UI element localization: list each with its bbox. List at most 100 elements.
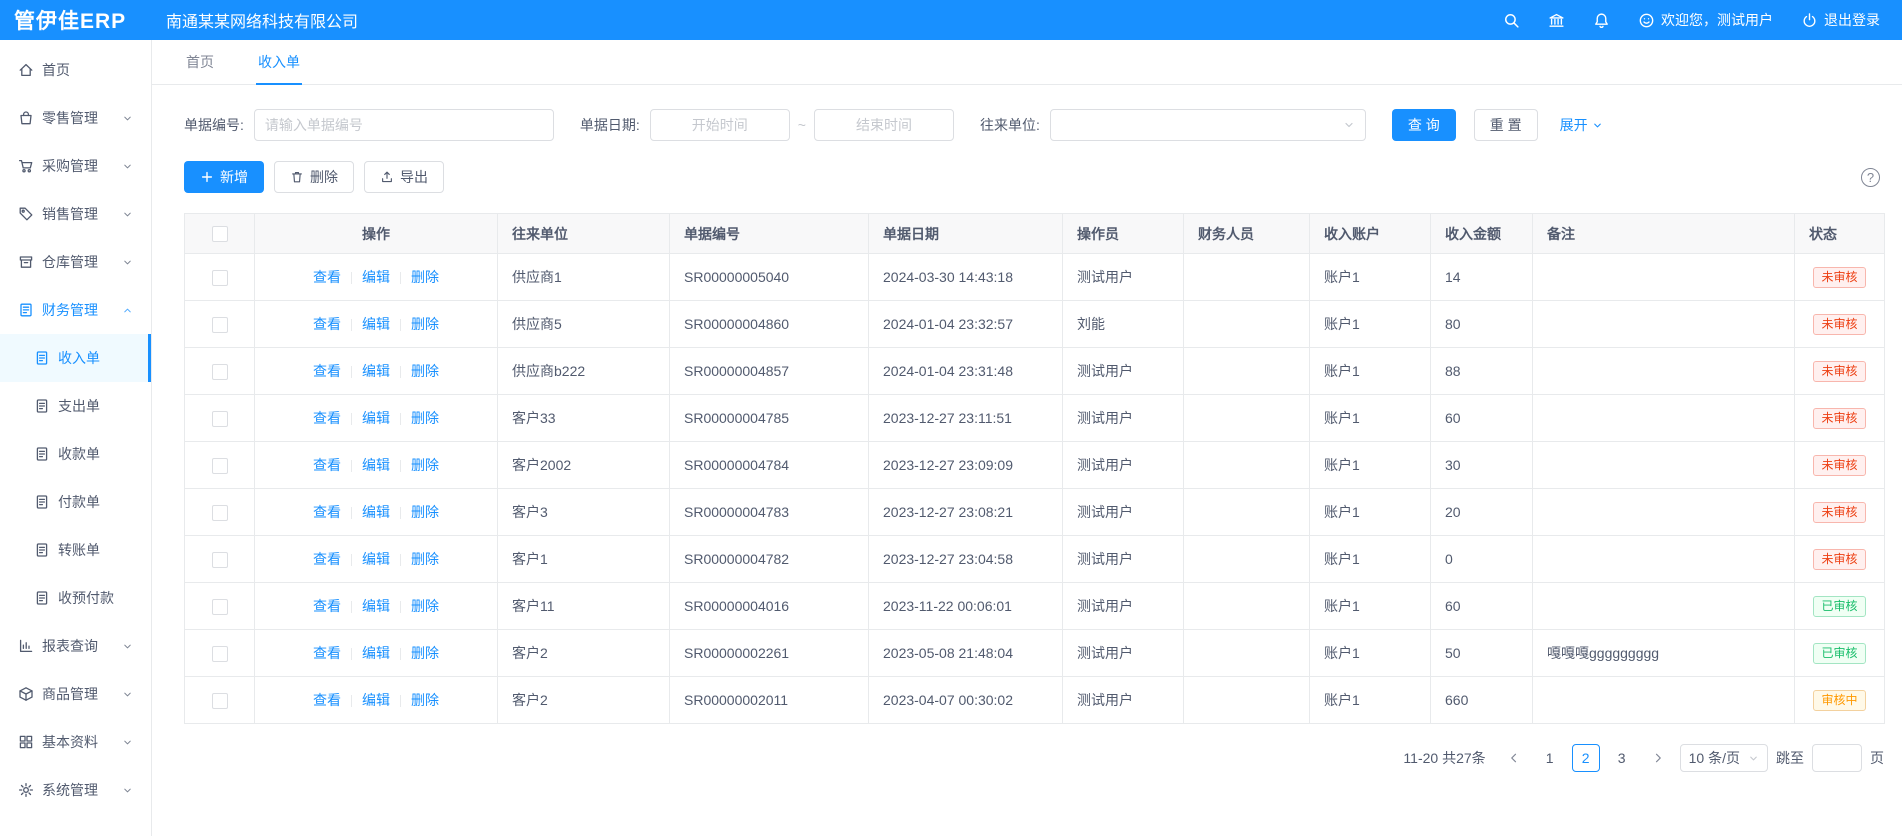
row-checkbox[interactable]: [212, 364, 228, 380]
pagination-page-3[interactable]: 3: [1608, 744, 1636, 772]
sidebar-subitem-receipt[interactable]: 收款单: [0, 430, 151, 478]
sidebar-item-report[interactable]: 报表查询: [0, 622, 151, 670]
row-checkbox[interactable]: [212, 552, 228, 568]
row-action-delete[interactable]: 删除: [411, 598, 439, 614]
sales-icon: [18, 206, 34, 222]
row-action-view[interactable]: 查看: [313, 504, 341, 520]
row-action-delete[interactable]: 删除: [411, 692, 439, 708]
row-action-delete[interactable]: 删除: [411, 316, 439, 332]
search-icon[interactable]: [1503, 12, 1520, 29]
row-action-delete[interactable]: 删除: [411, 410, 439, 426]
row-checkbox[interactable]: [212, 693, 228, 709]
add-button[interactable]: 新增: [184, 161, 264, 193]
action-divider: [351, 695, 352, 707]
select-all-checkbox[interactable]: [212, 226, 228, 242]
row-action-delete[interactable]: 删除: [411, 551, 439, 567]
row-action-view[interactable]: 查看: [313, 269, 341, 285]
row-action-view[interactable]: 查看: [313, 551, 341, 567]
logout-button[interactable]: 退出登录: [1801, 10, 1880, 30]
cell-date: 2023-12-27 23:04:58: [869, 536, 1063, 583]
row-action-view[interactable]: 查看: [313, 598, 341, 614]
row-action-edit[interactable]: 编辑: [362, 692, 390, 708]
row-action-edit[interactable]: 编辑: [362, 410, 390, 426]
row-action-view[interactable]: 查看: [313, 457, 341, 473]
column-header-1: 往来单位: [498, 214, 670, 254]
sidebar-subitem-payment[interactable]: 付款单: [0, 478, 151, 526]
pagination-prev[interactable]: [1500, 744, 1528, 772]
row-checkbox[interactable]: [212, 505, 228, 521]
row-action-delete[interactable]: 删除: [411, 504, 439, 520]
sidebar-item-label: 销售管理: [42, 204, 122, 224]
bank-icon[interactable]: [1548, 12, 1565, 29]
sidebar-item-basic[interactable]: 基本资料: [0, 718, 151, 766]
sidebar-item-goods[interactable]: 商品管理: [0, 670, 151, 718]
help-icon[interactable]: ?: [1861, 168, 1880, 187]
row-checkbox[interactable]: [212, 317, 228, 333]
sidebar-item-label: 零售管理: [42, 108, 122, 128]
row-action-view[interactable]: 查看: [313, 363, 341, 379]
bell-icon[interactable]: [1593, 12, 1610, 29]
row-action-view[interactable]: 查看: [313, 692, 341, 708]
column-header-6: 收入账户: [1310, 214, 1431, 254]
row-action-edit[interactable]: 编辑: [362, 551, 390, 567]
expand-link[interactable]: 展开: [1560, 115, 1603, 135]
chevron-down-icon: [122, 785, 133, 796]
row-action-edit[interactable]: 编辑: [362, 363, 390, 379]
toolbar: 新增 删除 导出 ?: [184, 161, 1884, 193]
row-action-edit[interactable]: 编辑: [362, 269, 390, 285]
sidebar-item-label: 仓库管理: [42, 252, 122, 272]
sidebar-subitem-label: 收款单: [58, 444, 151, 464]
tab-home[interactable]: 首页: [184, 40, 216, 84]
pagination-page-2[interactable]: 2: [1572, 744, 1600, 772]
unit-select[interactable]: [1050, 109, 1366, 141]
row-checkbox[interactable]: [212, 458, 228, 474]
row-checkbox[interactable]: [212, 599, 228, 615]
row-checkbox[interactable]: [212, 270, 228, 286]
row-action-edit[interactable]: 编辑: [362, 316, 390, 332]
tab-income[interactable]: 收入单: [256, 40, 302, 84]
page-size-select[interactable]: 10 条/页: [1680, 744, 1768, 772]
number-input[interactable]: [254, 109, 554, 141]
delete-button[interactable]: 删除: [274, 161, 354, 193]
chevron-down-icon: [122, 209, 133, 220]
cell-finance-person: [1184, 630, 1310, 677]
sidebar-item-purchase[interactable]: 采购管理: [0, 142, 151, 190]
sidebar-subitem-income[interactable]: 收入单: [0, 334, 151, 382]
export-button[interactable]: 导出: [364, 161, 444, 193]
cell-number: SR00000004782: [670, 536, 869, 583]
sidebar-subitem-transfer[interactable]: 转账单: [0, 526, 151, 574]
table-header-row: 操作往来单位单据编号单据日期操作员财务人员收入账户收入金额备注状态: [185, 214, 1885, 254]
row-action-edit[interactable]: 编辑: [362, 504, 390, 520]
sidebar-item-system[interactable]: 系统管理: [0, 766, 151, 814]
welcome-user[interactable]: 欢迎您，测试用户: [1638, 10, 1773, 30]
pagination-page-1[interactable]: 1: [1536, 744, 1564, 772]
jump-page-input[interactable]: [1812, 744, 1862, 772]
cell-number: SR00000002011: [670, 677, 869, 724]
sidebar-subitem-expense[interactable]: 支出单: [0, 382, 151, 430]
sidebar-item-finance[interactable]: 财务管理: [0, 286, 151, 334]
search-button[interactable]: 查 询: [1392, 109, 1456, 141]
row-action-edit[interactable]: 编辑: [362, 645, 390, 661]
sidebar-item-warehouse[interactable]: 仓库管理: [0, 238, 151, 286]
sidebar-subitem-advance[interactable]: 收预付款: [0, 574, 151, 622]
date-end-input[interactable]: [814, 109, 954, 141]
row-action-delete[interactable]: 删除: [411, 457, 439, 473]
row-action-view[interactable]: 查看: [313, 316, 341, 332]
row-action-edit[interactable]: 编辑: [362, 598, 390, 614]
row-action-view[interactable]: 查看: [313, 410, 341, 426]
cell-finance-person: [1184, 442, 1310, 489]
sidebar-item-home[interactable]: 首页: [0, 46, 151, 94]
row-checkbox[interactable]: [212, 411, 228, 427]
date-start-input[interactable]: [650, 109, 790, 141]
row-action-view[interactable]: 查看: [313, 645, 341, 661]
sidebar-item-retail[interactable]: 零售管理: [0, 94, 151, 142]
row-checkbox[interactable]: [212, 646, 228, 662]
pagination-next[interactable]: [1644, 744, 1672, 772]
row-action-delete[interactable]: 删除: [411, 269, 439, 285]
row-action-delete[interactable]: 删除: [411, 363, 439, 379]
row-action-edit[interactable]: 编辑: [362, 457, 390, 473]
sidebar-item-sales[interactable]: 销售管理: [0, 190, 151, 238]
reset-button[interactable]: 重 置: [1474, 109, 1538, 141]
action-divider: [400, 319, 401, 331]
row-action-delete[interactable]: 删除: [411, 645, 439, 661]
